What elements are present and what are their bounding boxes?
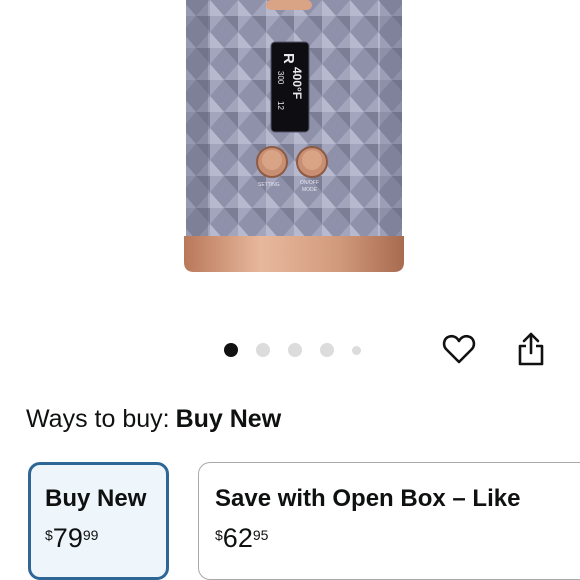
price-currency: $: [45, 527, 53, 543]
share-icon: [518, 332, 544, 366]
carousel-dots[interactable]: [224, 341, 379, 359]
carousel-dot-3[interactable]: [288, 343, 302, 357]
carousel-dot-5[interactable]: [352, 345, 361, 355]
product-image[interactable]: R 400°F 300 12 SETTING ON/OFF MODE: [0, 0, 580, 330]
price-fraction: 95: [252, 527, 269, 543]
price-currency: $: [215, 527, 223, 543]
price-whole: 62: [222, 523, 253, 553]
wishlist-button[interactable]: [440, 330, 478, 368]
price-whole: 79: [52, 523, 83, 553]
ways-to-buy: Ways to buy: Buy New: [26, 405, 281, 434]
price-fraction: 99: [82, 527, 99, 543]
heart-icon: [442, 334, 476, 364]
carousel-dot-1[interactable]: [224, 343, 238, 357]
mode-button-label: MODE: [302, 187, 318, 193]
lcd-small-2: 300: [276, 71, 285, 85]
option-title: Buy New: [45, 485, 147, 512]
onoff-button-label: ON/OFF: [300, 180, 319, 186]
lcd-badge: R: [280, 53, 297, 64]
option-price: $7999: [45, 525, 98, 552]
option-title: Save with Open Box – Like: [215, 485, 521, 512]
share-button[interactable]: [512, 330, 550, 368]
buy-new-option[interactable]: Buy New $7999: [28, 462, 169, 580]
carousel-dot-4[interactable]: [320, 343, 334, 357]
setting-button-label: SETTING: [258, 182, 280, 188]
open-box-option[interactable]: Save with Open Box – Like $6295: [198, 462, 580, 580]
lcd-small-1: 12: [276, 101, 285, 110]
carousel-dot-2[interactable]: [256, 343, 270, 357]
option-price: $6295: [215, 525, 268, 552]
ways-to-buy-label: Ways to buy:: [26, 405, 170, 433]
ways-to-buy-value: Buy New: [175, 405, 282, 433]
lcd-temperature: 400°F: [290, 67, 304, 99]
